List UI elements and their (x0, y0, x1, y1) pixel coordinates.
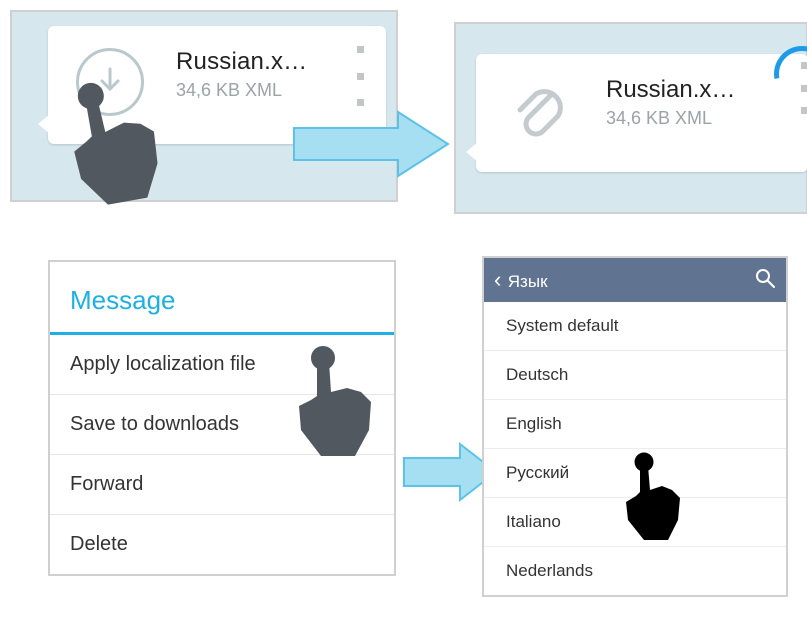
more-options-button[interactable] (794, 62, 807, 114)
menu-item-delete[interactable]: Delete (50, 515, 394, 574)
pointer-hand-icon (283, 344, 383, 469)
file-name: Russian.x… (176, 48, 307, 76)
nav-bar: ‹ Язык (484, 258, 786, 302)
search-button[interactable] (754, 267, 776, 294)
file-name: Russian.x… (606, 76, 735, 104)
paperclip-icon (510, 84, 570, 149)
language-option-nederlands[interactable]: Nederlands (484, 547, 786, 595)
language-option-deutsch[interactable]: Deutsch (484, 351, 786, 400)
chat-panel-attachment: Russian.x… 34,6 KB XML (454, 22, 807, 214)
pointer-hand-icon (46, 65, 189, 229)
more-options-button[interactable] (348, 46, 372, 106)
menu-title: Message (50, 262, 394, 335)
nav-title: Язык (508, 272, 548, 291)
language-option-english[interactable]: English (484, 400, 786, 449)
search-icon (754, 267, 776, 289)
kebab-icon (801, 62, 807, 69)
chevron-left-icon: ‹ (494, 267, 501, 292)
message-bubble: Russian.x… 34,6 KB XML (476, 54, 807, 172)
language-option-system-default[interactable]: System default (484, 302, 786, 351)
flow-arrow-icon (288, 108, 452, 185)
file-meta: 34,6 KB XML (606, 108, 712, 129)
kebab-icon (357, 46, 364, 53)
back-button[interactable]: ‹ Язык (494, 269, 548, 292)
file-meta: 34,6 KB XML (176, 80, 282, 101)
pointer-hand-icon (614, 450, 694, 551)
